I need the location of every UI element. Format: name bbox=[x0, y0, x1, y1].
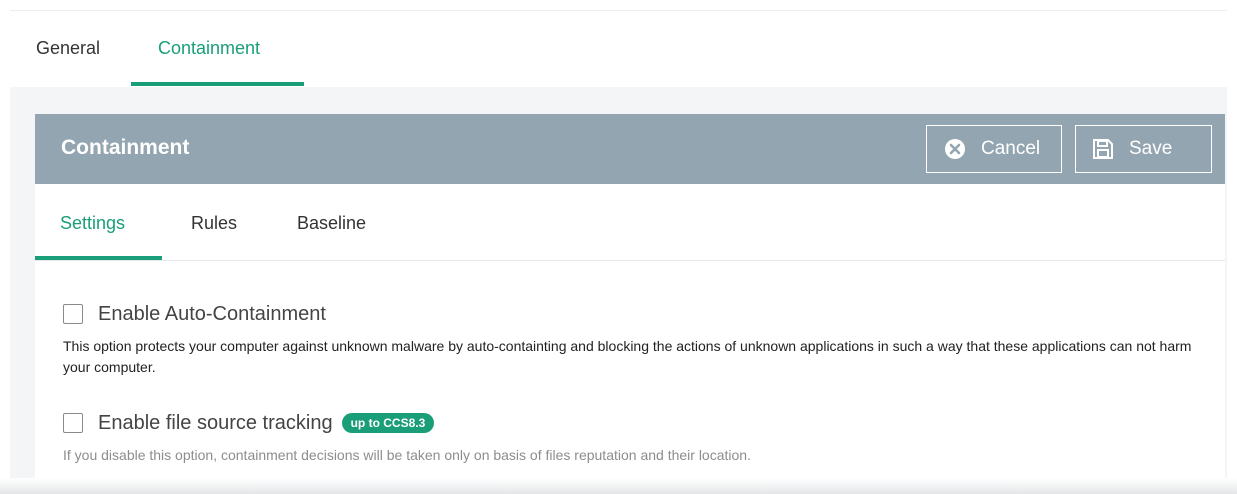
sub-tabs: Settings Rules Baseline bbox=[35, 184, 1225, 261]
cancel-button[interactable]: Cancel bbox=[926, 125, 1062, 173]
version-badge: up to CCS8.3 bbox=[341, 413, 435, 433]
top-tabs: General Containment bbox=[10, 10, 1227, 87]
save-button[interactable]: Save bbox=[1075, 125, 1212, 173]
save-button-label: Save bbox=[1129, 138, 1173, 159]
panel-header: Containment Cancel Save bbox=[35, 114, 1225, 184]
auto-containment-checkbox[interactable] bbox=[63, 304, 83, 324]
auto-containment-label[interactable]: Enable Auto-Containment bbox=[98, 303, 326, 326]
tab-settings[interactable]: Settings bbox=[60, 213, 125, 234]
tab-baseline[interactable]: Baseline bbox=[297, 213, 366, 234]
file-source-tracking-checkbox[interactable] bbox=[63, 413, 83, 433]
active-tab-indicator bbox=[131, 82, 304, 86]
tab-rules[interactable]: Rules bbox=[191, 213, 237, 234]
active-subtab-indicator bbox=[35, 256, 162, 260]
bottom-edge bbox=[0, 478, 1237, 494]
tab-general[interactable]: General bbox=[36, 38, 100, 59]
file-source-tracking-label[interactable]: Enable file source tracking bbox=[98, 412, 333, 435]
auto-containment-description: This option protects your computer again… bbox=[63, 338, 1192, 375]
tab-containment[interactable]: Containment bbox=[158, 38, 260, 59]
containment-panel: Containment Cancel Save Settings Rules B… bbox=[35, 114, 1225, 494]
panel-title: Containment bbox=[61, 136, 190, 159]
cancel-button-label: Cancel bbox=[981, 138, 1041, 159]
floppy-disk-icon bbox=[1093, 139, 1113, 159]
close-circle-icon bbox=[945, 139, 965, 159]
file-source-tracking-description: If you disable this option, containment … bbox=[63, 447, 751, 463]
